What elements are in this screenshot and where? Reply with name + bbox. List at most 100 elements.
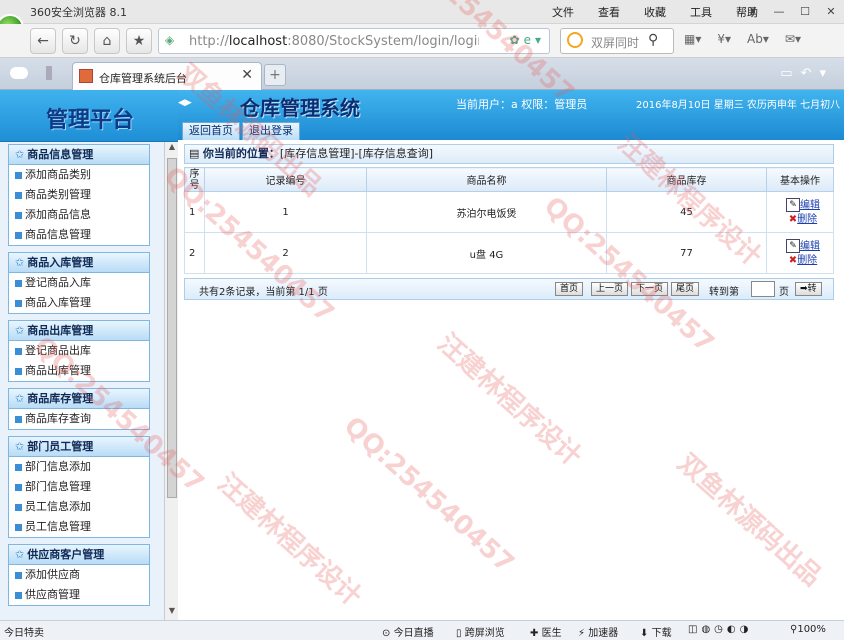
system-header: ◀▶ 仓库管理系统 当前用户：a 权限：管理员 2016年8月10日 星期三 农…	[178, 90, 844, 140]
edit-link[interactable]: 编辑	[800, 200, 820, 211]
delete-link[interactable]: 删除	[797, 214, 817, 225]
star-icon: ✩	[15, 548, 25, 561]
delete-icon[interactable]: ✖	[789, 255, 797, 266]
star-icon: ✩	[15, 148, 25, 161]
scroll-down-icon[interactable]: ▼	[165, 606, 179, 620]
menu-item[interactable]: 商品出库管理	[9, 361, 149, 381]
coin-icon[interactable]: ¥▾	[717, 32, 731, 46]
skin-icon[interactable]: ♜	[740, 0, 766, 22]
scroll-thumb[interactable]	[167, 158, 177, 498]
back-button[interactable]: ←	[30, 28, 56, 54]
status-download[interactable]: ⬇ 下载	[640, 624, 672, 639]
status-tool-icons[interactable]: ◫◍◷◐◑	[688, 624, 752, 635]
menu-group-header[interactable]: ✩ 商品信息管理	[9, 145, 149, 165]
url-text: http://localhost:8080/StockSystem/login/…	[189, 34, 479, 49]
menu-group-inbound: ✩ 商品入库管理 登记商品入库 商品入库管理	[8, 252, 150, 314]
menu-item[interactable]: 部门信息管理	[9, 477, 149, 497]
sidebar-scrollbar[interactable]: ▲ ▼	[164, 142, 178, 620]
home-link-button[interactable]: 返回首页	[182, 122, 240, 140]
apps-icon[interactable]: ▦▾	[684, 32, 701, 46]
menu-group-outbound: ✩ 商品出库管理 登记商品出库 商品出库管理	[8, 320, 150, 382]
menu-group-supplier: ✩ 供应商客户管理 添加供应商 供应商管理	[8, 544, 150, 606]
menu-item[interactable]: 商品库存查询	[9, 409, 149, 429]
col-record-id: 记录编号	[204, 167, 367, 192]
tab-active[interactable]: 仓库管理系统后台 ✕	[72, 62, 262, 90]
gift-icon[interactable]: ✉▾	[785, 32, 801, 46]
menu-item[interactable]: 部门信息添加	[9, 457, 149, 477]
edit-icon[interactable]: ✎	[786, 238, 800, 253]
star-icon: ✩	[15, 392, 25, 405]
prev-page-button[interactable]: 上一页	[591, 282, 629, 296]
status-deals[interactable]: 今日特卖	[4, 624, 44, 639]
sidebar-toggle-icon[interactable]	[46, 66, 52, 80]
stock-table: 序号 记录编号 商品名称 商品库存 基本操作 1 1 苏泊尔电饭煲 45 ✎ 编辑…	[184, 167, 834, 274]
edit-icon[interactable]: ✎	[786, 197, 800, 212]
col-stock: 商品库存	[606, 167, 767, 192]
bullet-icon	[15, 415, 22, 423]
status-doctor[interactable]: ✚ 医生	[530, 624, 562, 639]
menu-item[interactable]: 商品信息管理	[9, 225, 149, 245]
refresh-icon: ↻	[69, 33, 81, 49]
delete-icon[interactable]: ✖	[789, 214, 797, 225]
list-icon: ▤	[189, 147, 200, 160]
address-bar[interactable]: ◈ http://localhost:8080/StockSystem/logi…	[158, 28, 550, 54]
first-page-button[interactable]: 首页	[555, 282, 584, 296]
bullet-icon	[15, 523, 22, 531]
edit-link[interactable]: 编辑	[800, 241, 820, 252]
minimize-button[interactable]: —	[766, 0, 792, 22]
address-tools-icon[interactable]: ✿e▾	[510, 33, 545, 47]
star-icon: ✩	[15, 440, 25, 453]
tab-close-icon[interactable]: ✕	[241, 67, 253, 83]
menu-group-header[interactable]: ✩ 供应商客户管理	[9, 545, 149, 565]
cloud-icon[interactable]	[10, 67, 28, 79]
menu-group-header[interactable]: ✩ 商品库存管理	[9, 389, 149, 409]
star-icon: ★	[132, 33, 146, 49]
menu-item[interactable]: 登记商品入库	[9, 273, 149, 293]
bullet-icon	[15, 483, 22, 491]
refresh-button[interactable]: ↻	[62, 28, 88, 54]
menu-tools[interactable]: 工具	[690, 4, 712, 20]
cell-stock: 77	[606, 232, 767, 274]
menu-item[interactable]: 商品类别管理	[9, 185, 149, 205]
menu-item[interactable]: 登记商品出库	[9, 341, 149, 361]
menu-group-header[interactable]: ✩ 部门员工管理	[9, 437, 149, 457]
menu-file[interactable]: 文件	[552, 4, 574, 20]
menu-item[interactable]: 添加商品信息	[9, 205, 149, 225]
favorite-button[interactable]: ★	[126, 28, 152, 54]
go-button[interactable]: ➡转	[795, 282, 822, 296]
breadcrumb: ▤ 你当前的位置：[库存信息管理]-[库存信息查询]	[184, 144, 834, 164]
delete-link[interactable]: 删除	[797, 255, 817, 266]
status-dual-screen[interactable]: ▯ 跨屏浏览	[456, 624, 505, 639]
new-tab-button[interactable]: +	[264, 64, 286, 86]
status-live[interactable]: ⊙ 今日直播	[382, 624, 434, 639]
next-page-button[interactable]: 下一页	[631, 282, 669, 296]
logout-button[interactable]: 退出登录	[242, 122, 300, 140]
status-zoom[interactable]: ⚲100%	[790, 624, 826, 635]
shield-icon: ◈	[165, 33, 175, 47]
menu-group-header[interactable]: ✩ 商品入库管理	[9, 253, 149, 273]
menu-item[interactable]: 供应商管理	[9, 585, 149, 605]
reader-icon[interactable]: Ab▾	[747, 32, 769, 46]
scroll-up-icon[interactable]: ▲	[165, 142, 179, 156]
menu-item[interactable]: 添加商品类别	[9, 165, 149, 185]
menu-item[interactable]: 员工信息添加	[9, 497, 149, 517]
close-button[interactable]: ✕	[818, 0, 844, 22]
status-accelerator[interactable]: ⚡ 加速器	[578, 624, 618, 639]
menu-favorites[interactable]: 收藏	[644, 4, 666, 20]
menu-item[interactable]: 商品入库管理	[9, 293, 149, 313]
page-number-input[interactable]	[751, 281, 775, 297]
menu-item[interactable]: 添加供应商	[9, 565, 149, 585]
tab-restore-icon[interactable]: ▭↶▾	[780, 66, 834, 81]
home-button[interactable]: ⌂	[94, 28, 120, 54]
last-page-button[interactable]: 尾页	[671, 282, 700, 296]
col-seq: 序号	[184, 167, 205, 192]
search-icon[interactable]: ⚲	[648, 32, 658, 48]
menu-view[interactable]: 查看	[598, 4, 620, 20]
maximize-button[interactable]: ☐	[792, 0, 818, 22]
menu-group-header[interactable]: ✩ 商品出库管理	[9, 321, 149, 341]
phone-icon: ▯	[456, 628, 462, 639]
rocket-icon: ⚡	[578, 628, 586, 639]
collapse-sidebar-icon[interactable]: ◀▶	[178, 98, 192, 108]
current-user: 当前用户：a 权限：管理员	[456, 98, 588, 111]
menu-item[interactable]: 员工信息管理	[9, 517, 149, 537]
